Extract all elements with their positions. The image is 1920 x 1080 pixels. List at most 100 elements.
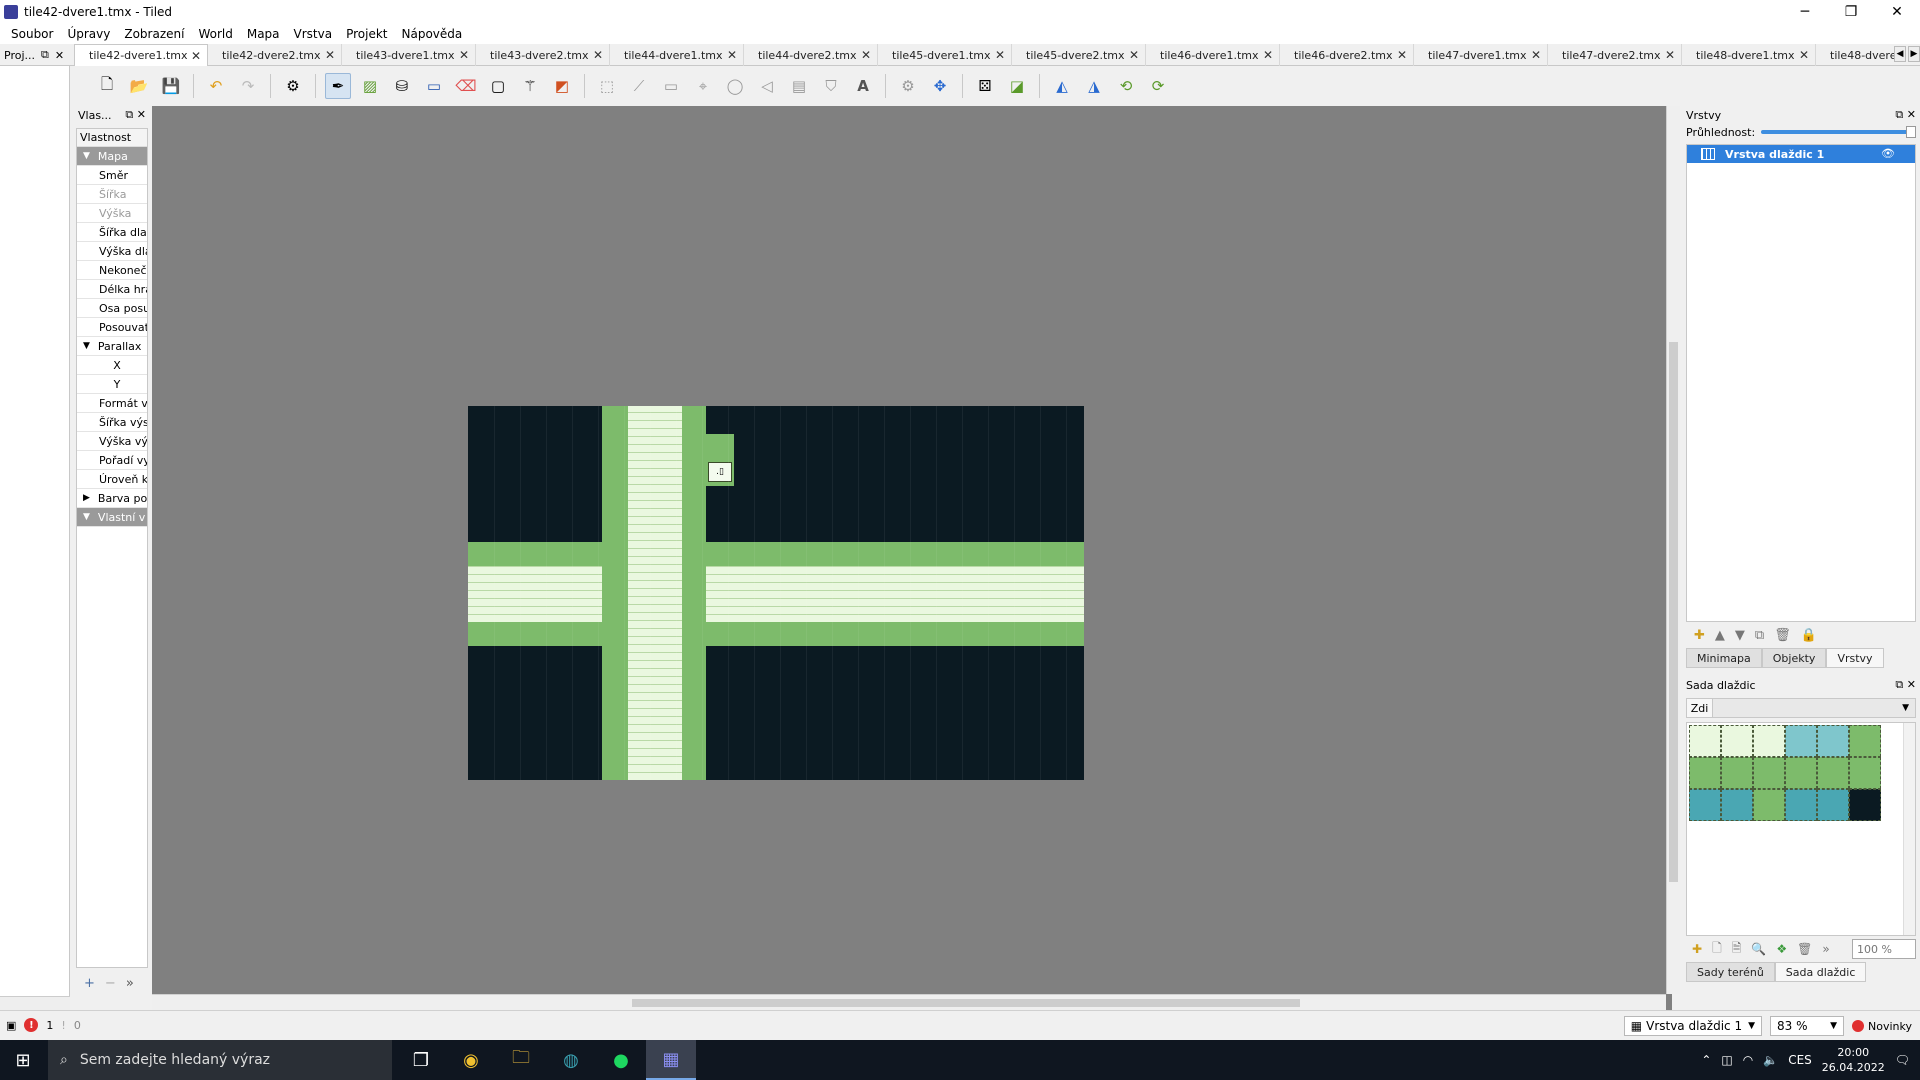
save-file-icon[interactable]: 💾 <box>158 73 184 99</box>
tileset-tile[interactable] <box>1689 757 1721 789</box>
visibility-eye-icon[interactable]: 👁 <box>1881 147 1895 160</box>
lower-layer-icon[interactable]: ▼ <box>1735 628 1745 643</box>
property-row[interactable]: Osa posu <box>77 299 147 318</box>
insert-tile-icon[interactable]: ▤ <box>786 73 812 99</box>
chevron-down-icon[interactable]: ▼ <box>1902 703 1915 713</box>
task-view-icon[interactable]: ❐ <box>396 1040 446 1080</box>
close-icon[interactable]: ✕ <box>55 49 64 62</box>
tab-minimapa[interactable]: Minimapa <box>1686 648 1762 668</box>
new-tileset-icon[interactable]: ✚ <box>1692 942 1702 956</box>
tileset-tile[interactable] <box>1785 789 1817 821</box>
tiled-taskbar-icon[interactable]: ▦ <box>646 1040 696 1080</box>
news-button[interactable]: Novinky <box>1852 1020 1912 1033</box>
add-property-icon[interactable]: + <box>84 976 95 991</box>
menu-mapa[interactable]: Mapa <box>240 27 287 41</box>
collapse-arrow-icon[interactable]: ▼ <box>83 151 90 161</box>
menu-napoveda[interactable]: Nápověda <box>395 27 470 41</box>
rotate-right-icon[interactable]: ⟳ <box>1145 73 1171 99</box>
spotify-icon[interactable]: ● <box>596 1040 646 1080</box>
property-row[interactable]: Šířka výs <box>77 413 147 432</box>
wifi-icon[interactable]: ◠ <box>1743 1053 1753 1067</box>
close-tab-icon[interactable]: ✕ <box>727 48 737 62</box>
float-icon[interactable]: ⧉ <box>125 108 133 121</box>
flip-horizontal-icon[interactable]: ◭ <box>1049 73 1075 99</box>
rotate-left-icon[interactable]: ⟲ <box>1113 73 1139 99</box>
lock-layer-icon[interactable]: 🔒 <box>1801 628 1817 643</box>
tab-scroll-left-icon[interactable]: ◀ <box>1894 46 1906 62</box>
tileset-tile[interactable] <box>1721 725 1753 757</box>
remove-property-icon[interactable]: − <box>105 976 116 991</box>
tileset-tab-zdi[interactable]: Zdi <box>1687 699 1713 717</box>
tab-document[interactable]: tile48-dvere1.tmx ✕ <box>1682 44 1816 66</box>
console-icon[interactable]: ▣ <box>6 1019 16 1032</box>
tileset-tile[interactable] <box>1817 725 1849 757</box>
raise-layer-icon[interactable]: ▲ <box>1715 628 1725 643</box>
close-icon[interactable]: ✕ <box>137 108 146 121</box>
canvas-vertical-scrollbar[interactable] <box>1666 106 1680 994</box>
more-icon[interactable]: » <box>1822 942 1829 956</box>
property-row[interactable]: Šířka <box>77 185 147 204</box>
tab-sady-terenu[interactable]: Sady terénů <box>1686 962 1775 982</box>
new-layer-icon[interactable]: ✚ <box>1694 628 1705 643</box>
open-file-icon[interactable]: 📂 <box>126 73 152 99</box>
collapse-arrow-icon[interactable]: ▼ <box>83 512 90 522</box>
close-tab-icon[interactable]: ✕ <box>1397 48 1407 62</box>
edit-polygons-icon[interactable]: ⟋ <box>626 73 652 99</box>
float-icon[interactable]: ⧉ <box>1895 678 1903 691</box>
tileset-tile[interactable] <box>1817 757 1849 789</box>
close-tab-icon[interactable]: ✕ <box>325 48 335 62</box>
new-file-icon[interactable]: 🗋 <box>94 73 120 99</box>
language-indicator[interactable]: CES <box>1788 1053 1812 1067</box>
menu-vrstva[interactable]: Vrstva <box>287 27 340 41</box>
tab-document[interactable]: tile42-dvere2.tmx ✕ <box>208 44 342 66</box>
tab-document[interactable]: tile43-dvere2.tmx ✕ <box>476 44 610 66</box>
property-row[interactable]: Úroveň k <box>77 470 147 489</box>
property-row[interactable]: Y <box>77 375 147 394</box>
collapse-arrow-icon[interactable]: ▼ <box>83 341 90 351</box>
close-tab-icon[interactable]: ✕ <box>191 49 201 63</box>
property-row[interactable]: Formát v <box>77 394 147 413</box>
tab-document[interactable]: tile45-dvere2.tmx ✕ <box>1012 44 1146 66</box>
tab-document[interactable]: tile44-dvere1.tmx ✕ <box>610 44 744 66</box>
tab-document[interactable]: tile47-dvere1.tmx ✕ <box>1414 44 1548 66</box>
minimize-button[interactable]: ─ <box>1782 0 1828 24</box>
tileset-tile[interactable] <box>1753 789 1785 821</box>
opacity-slider[interactable] <box>1761 126 1916 138</box>
project-dock-scrollbar[interactable] <box>0 996 70 1010</box>
move-icon[interactable]: ✥ <box>927 73 953 99</box>
notifications-icon[interactable]: 🗨 <box>1895 1053 1910 1067</box>
app-icon[interactable]: ◍ <box>546 1040 596 1080</box>
tileset-tile[interactable] <box>1753 757 1785 789</box>
float-icon[interactable]: ⧉ <box>41 48 49 62</box>
close-tab-icon[interactable]: ✕ <box>1531 48 1541 62</box>
flip-vertical-icon[interactable]: ◮ <box>1081 73 1107 99</box>
volume-icon[interactable]: 🔈 <box>1763 1053 1778 1067</box>
property-row[interactable]: ▼ Vlastní v <box>77 508 147 527</box>
tileset-tile[interactable] <box>1849 725 1881 757</box>
property-row[interactable]: X <box>77 356 147 375</box>
map-canvas[interactable]: .▯ <box>152 106 1672 1010</box>
clock[interactable]: 20:00 26.04.2022 <box>1822 1045 1885 1075</box>
stamp-brush-icon[interactable]: ✒ <box>325 73 351 99</box>
tileset-tile[interactable] <box>1689 789 1721 821</box>
property-row[interactable]: Pořadí vy <box>77 451 147 470</box>
property-row[interactable]: ▼ Mapa <box>77 147 147 166</box>
tileset-tile[interactable] <box>1817 789 1849 821</box>
opacity-slider-knob[interactable] <box>1906 126 1916 138</box>
magic-wand-icon[interactable]: ⚚ <box>517 73 543 99</box>
expand-arrow-icon[interactable]: ▶ <box>83 493 90 503</box>
eraser-icon[interactable]: ⌫ <box>453 73 479 99</box>
close-icon[interactable]: ✕ <box>1907 678 1916 691</box>
tray-chevron-icon[interactable]: ⌃ <box>1701 1053 1711 1067</box>
redo-icon[interactable]: ↷ <box>235 73 261 99</box>
property-row[interactable]: Délka hra <box>77 280 147 299</box>
menu-soubor[interactable]: Soubor <box>4 27 60 41</box>
tab-document[interactable]: tile44-dvere2.tmx ✕ <box>744 44 878 66</box>
select-objects-icon[interactable]: ⬚ <box>594 73 620 99</box>
menu-world[interactable]: World <box>191 27 239 41</box>
tileset-zoom-select[interactable]: 100 % <box>1852 939 1916 959</box>
canvas-horizontal-scrollbar[interactable] <box>152 994 1666 1010</box>
world-tool-icon[interactable]: ⚙ <box>895 73 921 99</box>
insert-template-icon[interactable]: ⛉ <box>818 73 844 99</box>
property-row[interactable]: ▼ Parallax <box>77 337 147 356</box>
